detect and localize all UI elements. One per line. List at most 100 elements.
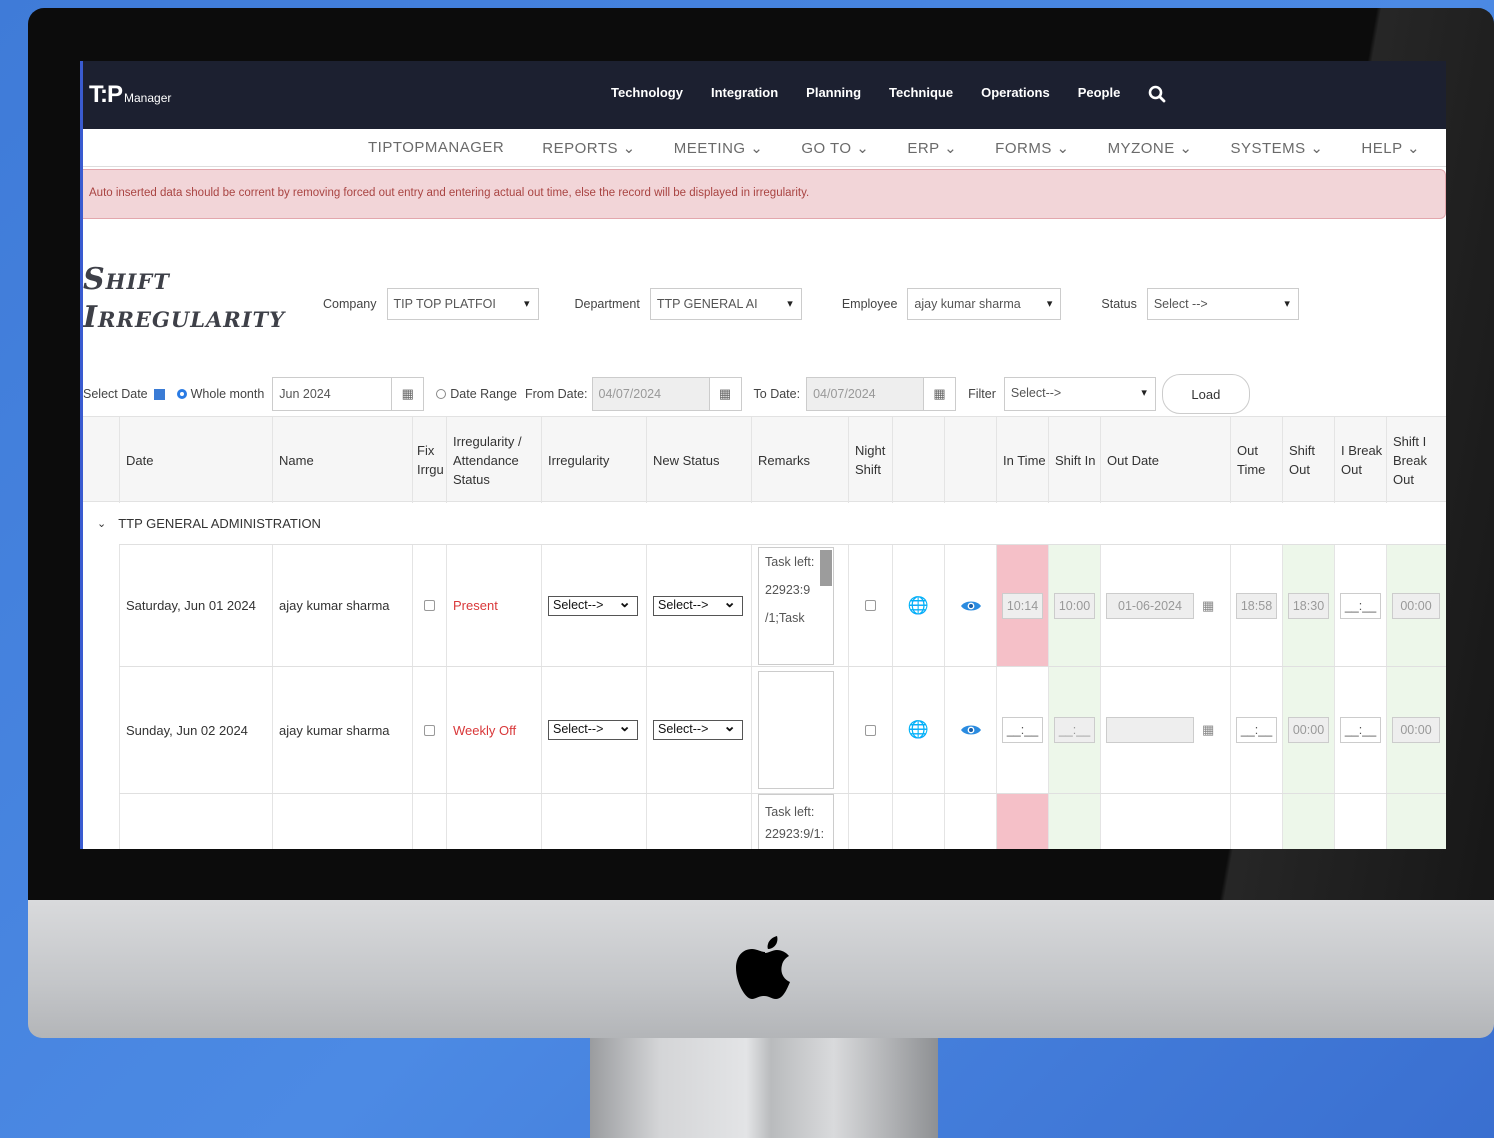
nav-people[interactable]: People: [1078, 85, 1121, 103]
shift-break-out-cell: 00:00: [1386, 667, 1446, 793]
out-date-input[interactable]: 01-06-2024: [1106, 592, 1194, 619]
in-time-input[interactable]: 10:14: [1002, 592, 1043, 619]
globe-icon[interactable]: 🌐: [892, 545, 944, 666]
main-menu: TIPTOPMANAGER REPORTS ⌄ MEETING ⌄ GO TO …: [83, 129, 1446, 167]
select-date-checkbox[interactable]: [153, 388, 165, 400]
to-date-input[interactable]: 04/07/2024: [806, 377, 925, 411]
from-calendar-icon[interactable]: ▦: [709, 377, 742, 411]
col-night-shift[interactable]: Night Shift: [848, 417, 892, 503]
nav-operations[interactable]: Operations: [981, 85, 1050, 103]
out-date-calendar-icon[interactable]: ▦: [1202, 598, 1214, 614]
app-logo[interactable]: T:P Manager: [89, 81, 171, 109]
col-out-date[interactable]: Out Date: [1100, 417, 1230, 503]
menu-help[interactable]: HELP ⌄: [1361, 139, 1420, 157]
department-label: Department: [574, 297, 640, 311]
menu-tiptopmanager[interactable]: TIPTOPMANAGER: [368, 139, 504, 156]
col-new-status[interactable]: New Status: [646, 417, 751, 503]
col-shift-break-out[interactable]: Shift I Break Out: [1386, 417, 1446, 503]
remarks-textarea[interactable]: Task left: 22923:9/1:: [758, 794, 834, 849]
menu-systems[interactable]: SYSTEMS ⌄: [1230, 139, 1323, 157]
out-time-input[interactable]: __:__: [1236, 717, 1277, 743]
row-status: Weekly Off: [446, 667, 541, 793]
menu-meeting[interactable]: MEETING ⌄: [674, 139, 764, 157]
employee-select[interactable]: ajay kumar sharma: [907, 288, 1062, 320]
filter-select[interactable]: Select-->: [1003, 377, 1156, 411]
row-name: ajay kumar sharma: [272, 667, 412, 793]
fix-cell: [412, 545, 446, 666]
date-range-label: Date Range: [450, 387, 517, 401]
new-status-select[interactable]: Select-->: [653, 717, 743, 740]
col-irregularity[interactable]: Irregularity: [541, 417, 646, 503]
date-range-radio[interactable]: [436, 389, 447, 399]
irregularity-select[interactable]: Select-->: [548, 593, 638, 616]
col-attendance-status[interactable]: Irregularity / Attendance Status: [446, 417, 541, 503]
status-select[interactable]: Select -->: [1146, 288, 1299, 320]
month-input[interactable]: Jun 2024: [272, 377, 393, 411]
shift-break-out-input[interactable]: 00:00: [1392, 717, 1440, 743]
remarks-cell: Task left: 22923:9 /1;Task: [751, 545, 848, 666]
group-name: TTP GENERAL ADMINISTRATION: [118, 515, 321, 531]
to-calendar-icon[interactable]: ▦: [924, 377, 957, 411]
fix-checkbox[interactable]: [424, 724, 435, 736]
break-out-input[interactable]: __:__: [1340, 717, 1381, 743]
calendar-icon[interactable]: ▦: [392, 377, 425, 411]
out-time-input[interactable]: 18:58: [1236, 592, 1277, 619]
col-shift-in[interactable]: Shift In: [1048, 417, 1100, 503]
remarks-cell: [751, 667, 848, 793]
fix-checkbox[interactable]: [424, 600, 435, 611]
eye-cell: [944, 794, 996, 849]
from-date-input[interactable]: 04/07/2024: [591, 377, 710, 411]
eye-icon[interactable]: [944, 667, 996, 793]
col-date[interactable]: Date: [119, 417, 272, 503]
remarks-textarea[interactable]: [758, 671, 834, 789]
col-shift-out[interactable]: Shift Out: [1282, 417, 1334, 503]
menu-myzone[interactable]: MYZONE ⌄: [1108, 139, 1193, 157]
menu-forms[interactable]: FORMS ⌄: [995, 139, 1069, 157]
chevron-down-icon[interactable]: ⌄: [97, 517, 106, 530]
shift-break-out-input[interactable]: 00:00: [1392, 592, 1440, 619]
company-select[interactable]: TIP TOP PLATFOI: [386, 288, 539, 320]
menu-reports[interactable]: REPORTS ⌄: [542, 139, 635, 157]
irregularity-select[interactable]: Select-->: [548, 717, 638, 740]
night-shift-checkbox[interactable]: [865, 724, 876, 736]
col-name[interactable]: Name: [272, 417, 412, 503]
shift-out-input[interactable]: 18:30: [1288, 592, 1329, 619]
menu-goto[interactable]: GO TO ⌄: [801, 139, 869, 157]
irregularity-cell: Select-->: [541, 667, 646, 793]
load-button[interactable]: Load: [1161, 374, 1250, 414]
col-break-out[interactable]: I Break Out: [1334, 417, 1386, 503]
nav-technique[interactable]: Technique: [889, 85, 953, 103]
new-status-select[interactable]: Select-->: [653, 593, 743, 616]
eye-icon[interactable]: [944, 545, 996, 666]
shift-in-input[interactable]: __:__: [1054, 717, 1095, 743]
nav-integration[interactable]: Integration: [711, 85, 778, 103]
break-out-input[interactable]: __:__: [1340, 592, 1381, 619]
alert-message: Auto inserted data should be corrent by …: [83, 169, 1446, 219]
out-date-input[interactable]: [1106, 717, 1194, 743]
whole-month-radio[interactable]: [176, 389, 187, 399]
group-row[interactable]: ⌄ TTP GENERAL ADMINISTRATION: [83, 502, 1446, 544]
department-select[interactable]: TTP GENERAL AI: [649, 288, 802, 320]
shift-in-input[interactable]: 10:00: [1054, 592, 1095, 619]
shift-in-cell: __:__: [1048, 667, 1100, 793]
row-name: ajay kumar sharma: [272, 545, 412, 666]
scrollbar[interactable]: [820, 549, 832, 586]
shift-out-input[interactable]: 00:00: [1288, 717, 1329, 743]
in-time-input[interactable]: __:__: [1002, 717, 1043, 743]
menu-erp[interactable]: ERP ⌄: [907, 139, 957, 157]
search-icon[interactable]: [1148, 85, 1166, 103]
col-in-time[interactable]: In Time: [996, 417, 1048, 503]
shift-break-out-cell: [1386, 794, 1446, 849]
globe-icon[interactable]: 🌐: [892, 667, 944, 793]
irregularity-cell: Select-->: [541, 545, 646, 666]
nav-planning[interactable]: Planning: [806, 85, 861, 103]
nav-technology[interactable]: Technology: [611, 85, 683, 103]
col-fix-irrgu[interactable]: Fix Irrgu: [412, 417, 446, 503]
night-shift-checkbox[interactable]: [865, 600, 876, 611]
out-date-calendar-icon[interactable]: ▦: [1202, 722, 1214, 738]
col-remarks[interactable]: Remarks: [751, 417, 848, 503]
col-out-time[interactable]: Out Time: [1230, 417, 1282, 503]
remarks-textarea[interactable]: Task left: 22923:9 /1;Task: [758, 546, 834, 665]
out-date-cell: ▦: [1100, 667, 1230, 793]
row-date: Saturday, Jun 01 2024: [119, 545, 272, 666]
